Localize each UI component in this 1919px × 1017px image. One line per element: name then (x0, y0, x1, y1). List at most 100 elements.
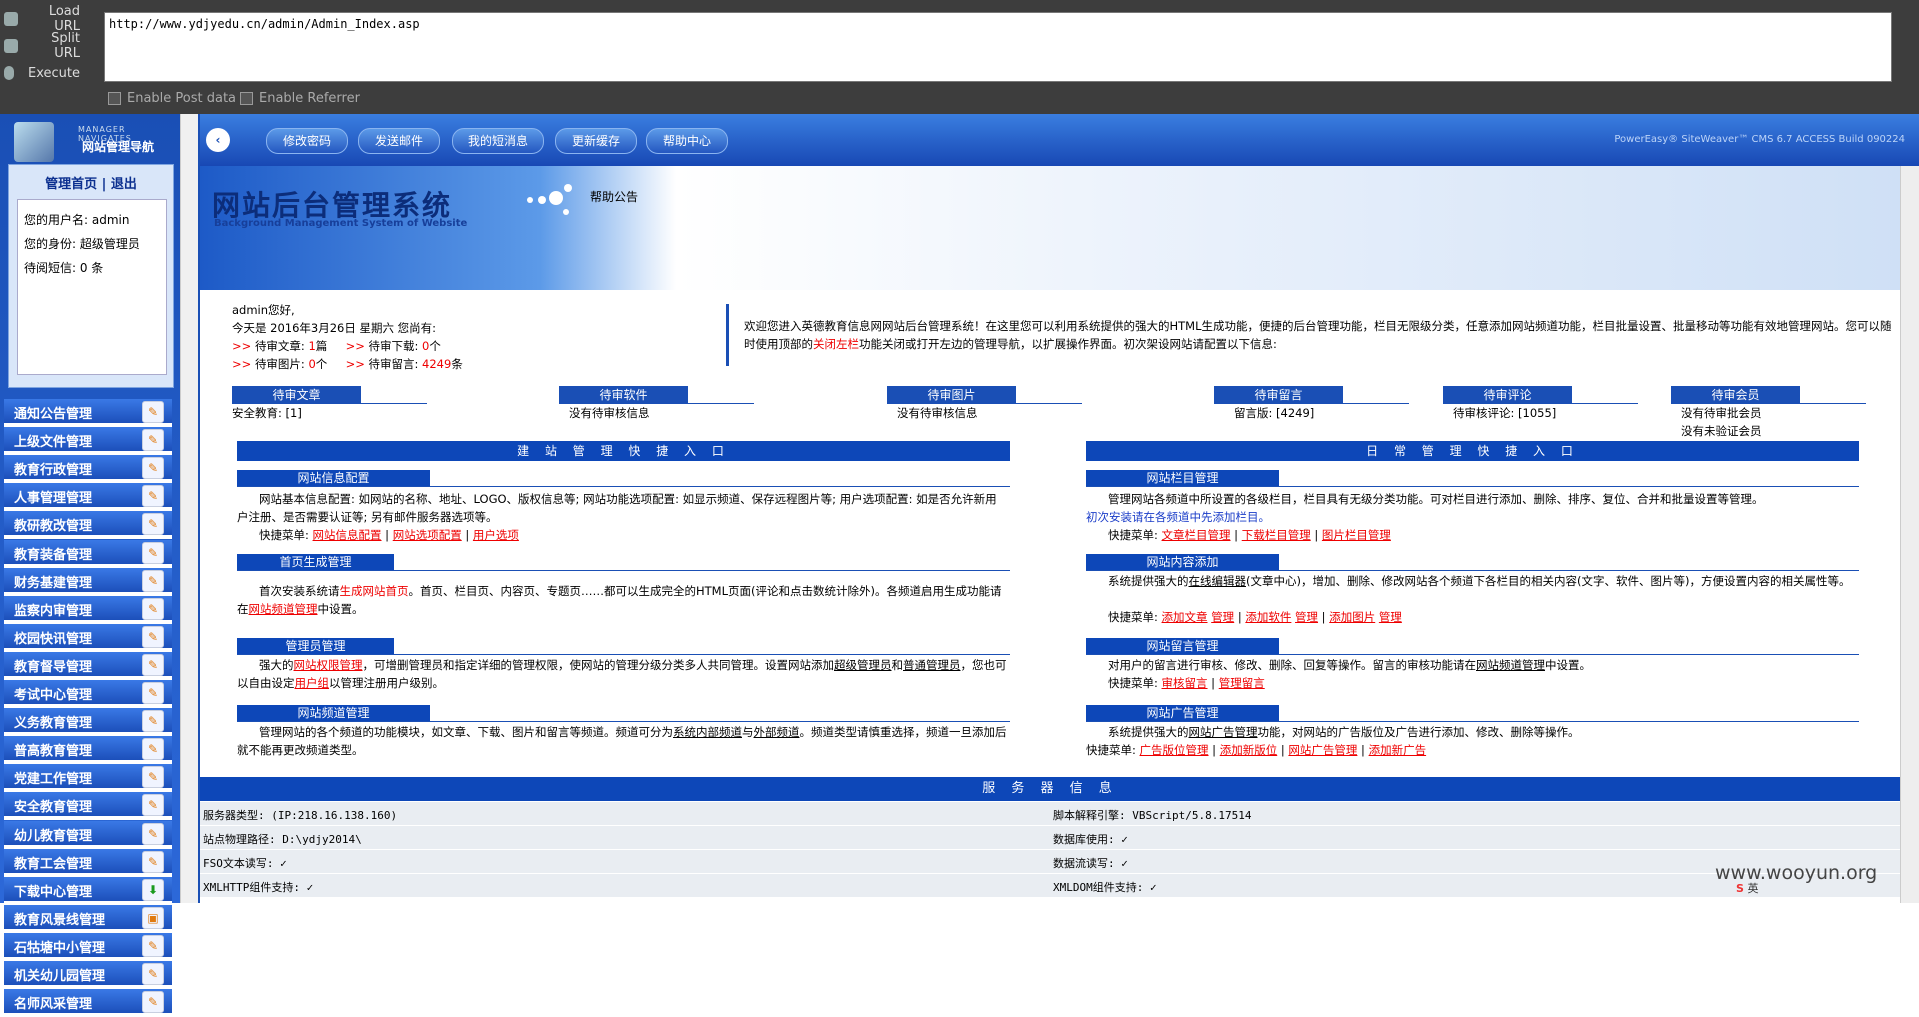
sidebar-item[interactable]: 监察内审管理 ✎ (4, 595, 172, 624)
sidebar-item[interactable]: 财务基建管理 ✎ (4, 567, 172, 596)
block-line (237, 486, 1010, 487)
top-button[interactable]: 帮助中心 (646, 128, 728, 154)
load-url-button[interactable]: Load URL (0, 4, 100, 34)
super-admin-link[interactable]: 超级管理员 (834, 658, 892, 672)
split-url-icon (4, 39, 18, 53)
sidebar-item[interactable]: 教育装备管理 ✎ (4, 539, 172, 568)
ads-manage-link[interactable]: 网站广告管理 (1189, 725, 1258, 739)
sogou-icon[interactable]: S (1736, 882, 1744, 895)
menu-link-download-column[interactable]: 下载栏目管理 (1242, 528, 1311, 542)
menu-link-review-msg[interactable]: 审核留言 (1162, 676, 1208, 690)
left-scrollbar[interactable] (180, 114, 199, 903)
block-line (1086, 721, 1859, 722)
menu-link-photo-column[interactable]: 图片栏目管理 (1322, 528, 1391, 542)
greeting: admin您好, (232, 303, 295, 317)
content-text: 系统提供强大的在线编辑器(文章中心)，增加、删除、修改网站各个频道下各栏目的相关… (1108, 574, 1851, 588)
top-button[interactable]: 发送邮件 (358, 128, 440, 154)
top-button[interactable]: 修改密码 (266, 128, 348, 154)
left-nav: MANAGER NAVIGATES 网站管理导航 管理首页 | 退出 您的用户名… (0, 114, 180, 1017)
sidebar-item[interactable]: 普高教育管理 ✎ (4, 736, 172, 765)
server-info-title: 服 务 器 信 息 (200, 777, 1900, 801)
menu-link-new-ad[interactable]: 添加新广告 (1369, 743, 1427, 757)
sidebar-item[interactable]: 教育工会管理 ✎ (4, 848, 172, 877)
url-input[interactable]: http://www.ydjyedu.cn/admin/Admin_Index.… (104, 12, 1892, 82)
sidebar-item[interactable]: 安全教育管理 ✎ (4, 792, 172, 821)
block-head-content: 网站内容添加 (1086, 554, 1279, 570)
block-line (237, 570, 1010, 571)
sidebar-item[interactable]: 教育风景线管理 ▣ (4, 904, 172, 933)
execute-button[interactable]: Execute (0, 60, 100, 86)
enable-post-checkbox[interactable]: Enable Post data (108, 91, 236, 106)
help-notice-label[interactable]: 帮助公告 (590, 188, 638, 205)
sidebar-item[interactable]: 石牯塘中小管理 ✎ (4, 932, 172, 961)
generate-home-link[interactable]: 生成网站首页 (340, 584, 409, 598)
server-info-row: XMLHTTP组件支持: ✓ XMLDOM组件支持: ✓ (200, 874, 1900, 898)
sidebar-item[interactable]: 下载中心管理 ⬇ (4, 876, 172, 905)
site-admin-section-title: 建 站 管 理 快 捷 入 口 (237, 441, 1010, 461)
block-head-column: 网站栏目管理 (1086, 470, 1279, 486)
top-button[interactable]: 更新缓存 (555, 128, 637, 154)
channel-manage-link[interactable]: 网站频道管理 (249, 602, 318, 616)
menu-link-add-photo[interactable]: 添加图片 (1329, 610, 1375, 624)
menu-link-site-config[interactable]: 网站信息配置 (313, 528, 382, 542)
intro-text: 欢迎您进入英德教育信息网网站后台管理系统！在这里您可以利用系统提供的强大的HTM… (744, 319, 1892, 351)
split-url-button[interactable]: Split URL (0, 31, 100, 61)
block-head-guestbook: 网站留言管理 (1086, 638, 1279, 654)
menu-link-manage-software[interactable]: 管理 (1295, 610, 1318, 624)
arrow-icon: >> (232, 357, 252, 371)
role-label: 您的身份: 超级管理员 (24, 237, 140, 251)
sidebar-item[interactable]: 机关幼儿园管理 ✎ (4, 961, 172, 989)
enable-referrer-checkbox[interactable]: Enable Referrer (240, 91, 360, 106)
guestbook-channel-link[interactable]: 网站频道管理 (1476, 658, 1545, 672)
normal-admin-link[interactable]: 普通管理员 (903, 658, 961, 672)
sidebar-item[interactable]: 名师风采管理 ✎ (4, 989, 172, 1017)
sidebar-item[interactable]: 教育行政管理 ✎ (4, 455, 172, 484)
internal-channel-link[interactable]: 系统内部频道 (673, 725, 742, 739)
sidebar-item[interactable]: 幼儿教育管理 ✎ (4, 820, 172, 849)
guestbook-menu: 快捷菜单: 审核留言 | 管理留言 (1108, 676, 1265, 690)
menu-link-add-article[interactable]: 添加文章 (1162, 610, 1208, 624)
user-group-link[interactable]: 用户组 (295, 676, 330, 690)
edit-icon: ✎ (142, 738, 164, 761)
column-text: 管理网站各频道中所设置的各级栏目，栏目具有无级分类功能。可对栏目进行添加、删除、… (1086, 492, 1764, 524)
menu-link-add-software[interactable]: 添加软件 (1245, 610, 1291, 624)
sidebar-item[interactable]: 义务教育管理 ✎ (4, 708, 172, 737)
edit-icon: ✎ (142, 485, 164, 508)
sidebar-item[interactable]: 上级文件管理 ✎ (4, 427, 172, 456)
top-button[interactable]: 我的短消息 (452, 128, 544, 154)
sidebar-item[interactable]: 教研教改管理 ✎ (4, 511, 172, 540)
edit-icon: ✎ (142, 934, 164, 957)
menu-link-user-options[interactable]: 用户选项 (473, 528, 519, 542)
close-left-link[interactable]: 关闭左栏 (813, 337, 859, 351)
download-icon: ⬇ (142, 878, 164, 901)
menu-link-new-slot[interactable]: 添加新版位 (1220, 743, 1278, 757)
menu-link-article-column[interactable]: 文章栏目管理 (1162, 528, 1231, 542)
menu-link-manage-article[interactable]: 管理 (1211, 610, 1234, 624)
banner: 网站后台管理系统 Background Management System of… (200, 166, 1900, 290)
collapse-left-button[interactable]: ‹ (206, 128, 230, 152)
sidebar-item[interactable]: 校园快讯管理 ✎ (4, 623, 172, 652)
edit-icon: ✎ (142, 963, 164, 985)
menu-link-manage-photo[interactable]: 管理 (1379, 610, 1402, 624)
sidebar-item[interactable]: 党建工作管理 ✎ (4, 764, 172, 793)
external-channel-link[interactable]: 外部频道 (754, 725, 800, 739)
pending-value: 留言版: [4249] (1234, 406, 1315, 420)
menu-link-site-options[interactable]: 网站选项配置 (393, 528, 462, 542)
sidebar-item[interactable]: 通知公告管理 ✎ (4, 399, 172, 427)
home-logout-links[interactable]: 管理首页 | 退出 (9, 173, 173, 192)
site-info-text: 网站基本信息配置: 如网站的名称、地址、LOGO、版权信息等; 网站功能选项配置… (237, 492, 997, 524)
menu-link-manage-msg[interactable]: 管理留言 (1219, 676, 1265, 690)
menu-link-ad-slot[interactable]: 广告版位管理 (1140, 743, 1209, 757)
sidebar-item[interactable]: 人事管理管理 ✎ (4, 483, 172, 512)
editor-link[interactable]: 在线编辑器 (1189, 574, 1247, 588)
content-menu: 快捷菜单: 添加文章 管理 | 添加软件 管理 | 添加图片 管理 (1108, 610, 1402, 624)
permission-link[interactable]: 网站权限管理 (294, 658, 363, 672)
block-head-home-gen: 首页生成管理 (237, 554, 394, 570)
ime-indicator[interactable]: 英 (1747, 882, 1758, 895)
server-info-row: 服务器类型: (IP:218.16.138.160) 脚本解释引擎: VBScri… (200, 802, 1900, 826)
load-url-icon (4, 12, 18, 26)
right-scrollbar[interactable] (1900, 166, 1919, 903)
menu-link-site-ads[interactable]: 网站广告管理 (1288, 743, 1357, 757)
sidebar-item[interactable]: 教育督导管理 ✎ (4, 651, 172, 680)
sidebar-item[interactable]: 考试中心管理 ✎ (4, 680, 172, 708)
